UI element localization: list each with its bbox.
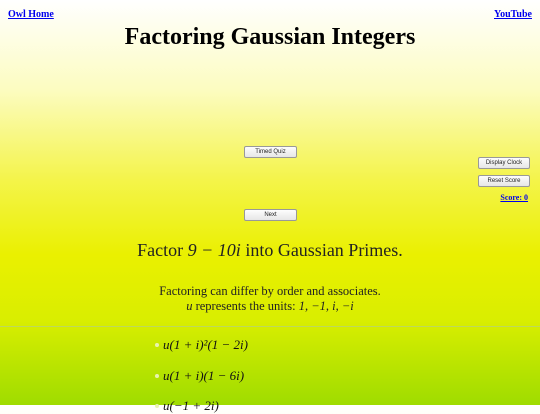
answer-option-text: u(1 + i)(1 − 6i): [163, 368, 245, 383]
instructions-line-1: Factoring can differ by order and associ…: [159, 284, 381, 298]
units-list: 1, −1, i, −i: [298, 299, 354, 313]
page-title: Factoring Gaussian Integers: [124, 24, 416, 50]
instructions-line-2: u represents the units: 1, −1, i, −i: [0, 299, 540, 314]
reset-score-button[interactable]: Reset Score: [478, 175, 530, 187]
answer-option-text: u(1 + i)²(1 − 2i): [163, 337, 248, 352]
answer-option[interactable]: u(1 + i)²(1 − 2i): [155, 337, 248, 353]
bullet-icon: [155, 343, 159, 347]
instructions: Factoring can differ by order and associ…: [0, 284, 540, 314]
youtube-link[interactable]: YouTube: [494, 9, 532, 20]
question-text: Factor 9 − 10i into Gaussian Primes.: [0, 240, 540, 261]
bullet-icon: [155, 374, 159, 378]
answer-option[interactable]: u(1 + i)(1 − 6i): [155, 368, 244, 384]
question-number: 9 − 10i: [187, 240, 241, 260]
next-button[interactable]: Next: [244, 209, 297, 221]
answer-option-text: u(−1 + 2i): [163, 398, 219, 413]
question-suffix: into Gaussian Primes.: [240, 240, 403, 260]
units-text: represents the units:: [192, 299, 299, 313]
score-link[interactable]: Score: 0: [500, 193, 528, 202]
question-prefix: Factor: [137, 240, 188, 260]
timed-quiz-button[interactable]: Timed Quiz: [244, 146, 297, 158]
owl-home-link[interactable]: Owl Home: [8, 9, 54, 20]
answer-option[interactable]: u(−1 + 2i): [155, 398, 219, 414]
divider: [0, 326, 540, 327]
display-clock-button[interactable]: Display Clock: [478, 157, 530, 169]
